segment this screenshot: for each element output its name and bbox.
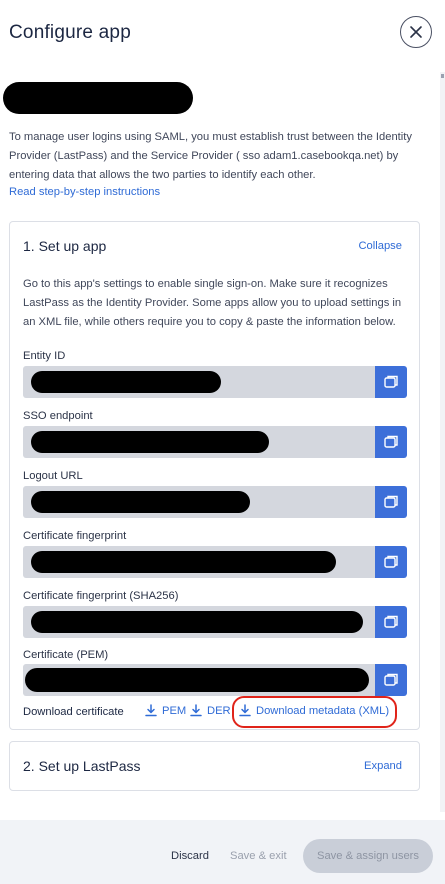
scrollbar-track[interactable] [440, 72, 445, 812]
download-icon [190, 704, 202, 717]
instructions-link[interactable]: Read step-by-step instructions [9, 186, 160, 198]
setup-app-card: 1. Set up app Collapse Go to this app's … [9, 221, 420, 730]
save-exit-button[interactable]: Save & exit [230, 850, 287, 862]
footer-bar: Discard Save & exit Save & assign users [0, 820, 445, 884]
discard-button[interactable]: Discard [171, 850, 209, 862]
dialog-header: Configure app [0, 0, 445, 70]
download-pem-link[interactable]: PEM [145, 704, 186, 717]
copy-certificate-fingerprint-sha256-button[interactable] [375, 606, 407, 638]
scrollbar-thumb[interactable] [441, 74, 444, 78]
sso-endpoint-field[interactable] [23, 426, 375, 458]
copy-entity-id-button[interactable] [375, 366, 407, 398]
entity-id-field[interactable] [23, 366, 375, 398]
copy-certificate-fingerprint-button[interactable] [375, 546, 407, 578]
logout-url-field[interactable] [23, 486, 375, 518]
setup-lastpass-title: 2. Set up LastPass [23, 758, 141, 774]
certificate-fingerprint-field[interactable] [23, 546, 375, 578]
close-button[interactable] [400, 16, 432, 48]
redacted-value [31, 611, 363, 633]
copy-logout-url-button[interactable] [375, 486, 407, 518]
field-label-sso-endpoint: SSO endpoint [23, 410, 93, 422]
download-pem-label: PEM [162, 704, 187, 717]
close-icon [410, 26, 422, 38]
download-der-label: DER [207, 704, 231, 717]
page-title: Configure app [9, 22, 131, 43]
redacted-value [31, 431, 269, 453]
save-assign-users-button[interactable]: Save & assign users [303, 839, 433, 873]
certificate-fingerprint-sha256-field[interactable] [23, 606, 375, 638]
copy-certificate-pem-button[interactable] [375, 664, 407, 696]
download-icon [145, 704, 157, 717]
redacted-value [31, 491, 250, 513]
certificate-pem-field[interactable] [23, 664, 375, 696]
copy-icon [384, 435, 398, 448]
copy-icon [384, 555, 398, 568]
field-label-entity-id: Entity ID [23, 350, 66, 362]
metadata-highlight-annotation [232, 696, 397, 728]
copy-sso-endpoint-button[interactable] [375, 426, 407, 458]
setup-app-title: 1. Set up app [23, 238, 107, 254]
field-label-certificate-fingerprint-sha256: Certificate fingerprint (SHA256) [23, 590, 179, 602]
setup-app-description: Go to this app's settings to enable sing… [23, 278, 402, 328]
redacted-app-name [3, 82, 193, 114]
field-label-certificate-pem: Certificate (PEM) [23, 649, 109, 661]
download-certificate-label: Download certificate [23, 706, 124, 718]
copy-icon [384, 375, 398, 388]
copy-icon [384, 495, 398, 508]
expand-button[interactable]: Expand [364, 760, 402, 772]
field-label-certificate-fingerprint: Certificate fingerprint [23, 530, 127, 542]
copy-icon [384, 615, 398, 628]
setup-lastpass-card: 2. Set up LastPass Expand [9, 741, 420, 791]
intro-text: To manage user logins using SAML, you mu… [9, 131, 412, 181]
redacted-value [31, 371, 221, 393]
copy-icon [384, 673, 398, 686]
field-label-logout-url: Logout URL [23, 470, 83, 482]
redacted-value [25, 668, 369, 692]
redacted-value [31, 551, 336, 573]
download-der-link[interactable]: DER [190, 704, 231, 717]
collapse-button[interactable]: Collapse [358, 240, 402, 252]
